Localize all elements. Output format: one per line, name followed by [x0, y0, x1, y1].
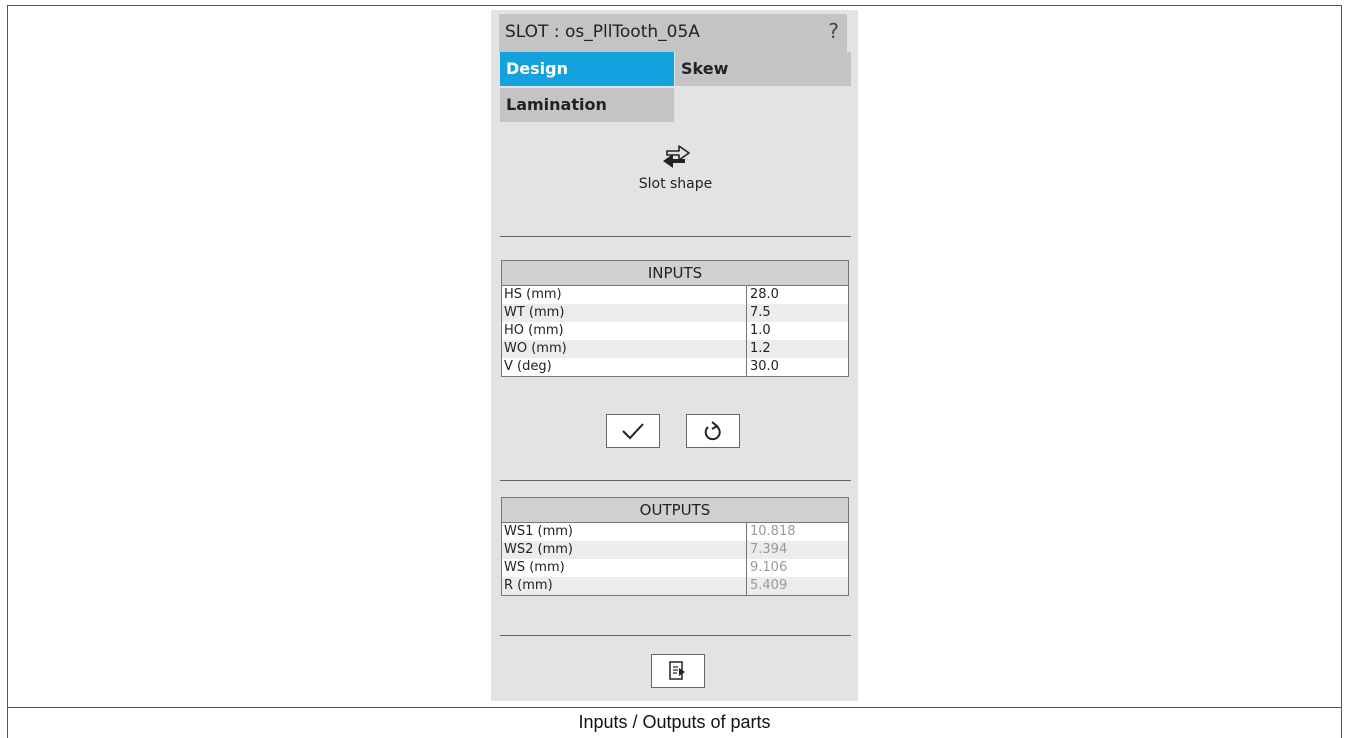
table-row: WS (mm) 9.106: [502, 559, 848, 577]
table-row: V (deg) 30.0: [502, 358, 848, 376]
outputs-table: OUTPUTS WS1 (mm) 10.818 WS2 (mm) 7.394 W…: [501, 497, 849, 596]
slot-shape-button[interactable]: Slot shape: [500, 140, 851, 220]
output-value: 10.818: [750, 524, 796, 539]
output-label: WS (mm): [502, 559, 747, 577]
output-label: WS2 (mm): [502, 541, 747, 559]
input-value[interactable]: 28.0: [747, 286, 848, 304]
output-label: R (mm): [502, 577, 747, 595]
input-label: V (deg): [502, 358, 747, 376]
export-button[interactable]: [651, 654, 705, 688]
input-value[interactable]: 1.2: [747, 340, 848, 358]
slot-panel: SLOT : os_PllTooth_05A ? Design Skew Lam…: [491, 10, 858, 701]
input-label: HS (mm): [502, 286, 747, 304]
export-document-icon: [669, 661, 685, 680]
input-value[interactable]: 1.0: [747, 322, 848, 340]
caption-row: Inputs / Outputs of parts: [7, 708, 1342, 738]
table-row: WS2 (mm) 7.394: [502, 541, 848, 559]
output-label: WS1 (mm): [502, 523, 747, 541]
input-label: WT (mm): [502, 304, 747, 322]
table-row: WT (mm) 7.5: [502, 304, 848, 322]
checkmark-icon: [622, 423, 644, 440]
apply-button[interactable]: [606, 414, 660, 448]
tab-lamination[interactable]: Lamination: [500, 88, 674, 122]
inputs-table: INPUTS HS (mm) 28.0 WT (mm) 7.5 HO (mm) …: [501, 260, 849, 377]
tab-skew[interactable]: Skew: [675, 52, 851, 86]
help-icon[interactable]: ?: [828, 19, 839, 43]
slot-shape-label: Slot shape: [638, 176, 713, 192]
outputs-header: OUTPUTS: [502, 498, 848, 523]
panel-title: SLOT : os_PllTooth_05A: [505, 22, 700, 42]
tab-design[interactable]: Design: [500, 52, 674, 86]
table-row: WS1 (mm) 10.818: [502, 523, 848, 541]
table-row: HO (mm) 1.0: [502, 322, 848, 340]
panel-title-bar: SLOT : os_PllTooth_05A ?: [499, 14, 847, 52]
output-value: 5.409: [750, 578, 788, 593]
output-value: 9.106: [750, 560, 788, 575]
swap-arrows-icon: [662, 145, 690, 168]
input-label: HO (mm): [502, 322, 747, 340]
table-row: WO (mm) 1.2: [502, 340, 848, 358]
input-value[interactable]: 7.5: [747, 304, 848, 322]
inputs-header: INPUTS: [502, 261, 848, 286]
figure-caption: Inputs / Outputs of parts: [578, 712, 771, 732]
output-value: 7.394: [750, 542, 788, 557]
input-value[interactable]: 30.0: [747, 358, 848, 376]
table-row: R (mm) 5.409: [502, 577, 848, 595]
reset-button[interactable]: [686, 414, 740, 448]
refresh-icon: [704, 421, 721, 441]
divider: [500, 635, 851, 636]
input-label: WO (mm): [502, 340, 747, 358]
divider: [500, 236, 851, 237]
table-row: HS (mm) 28.0: [502, 286, 848, 304]
divider: [500, 480, 851, 481]
